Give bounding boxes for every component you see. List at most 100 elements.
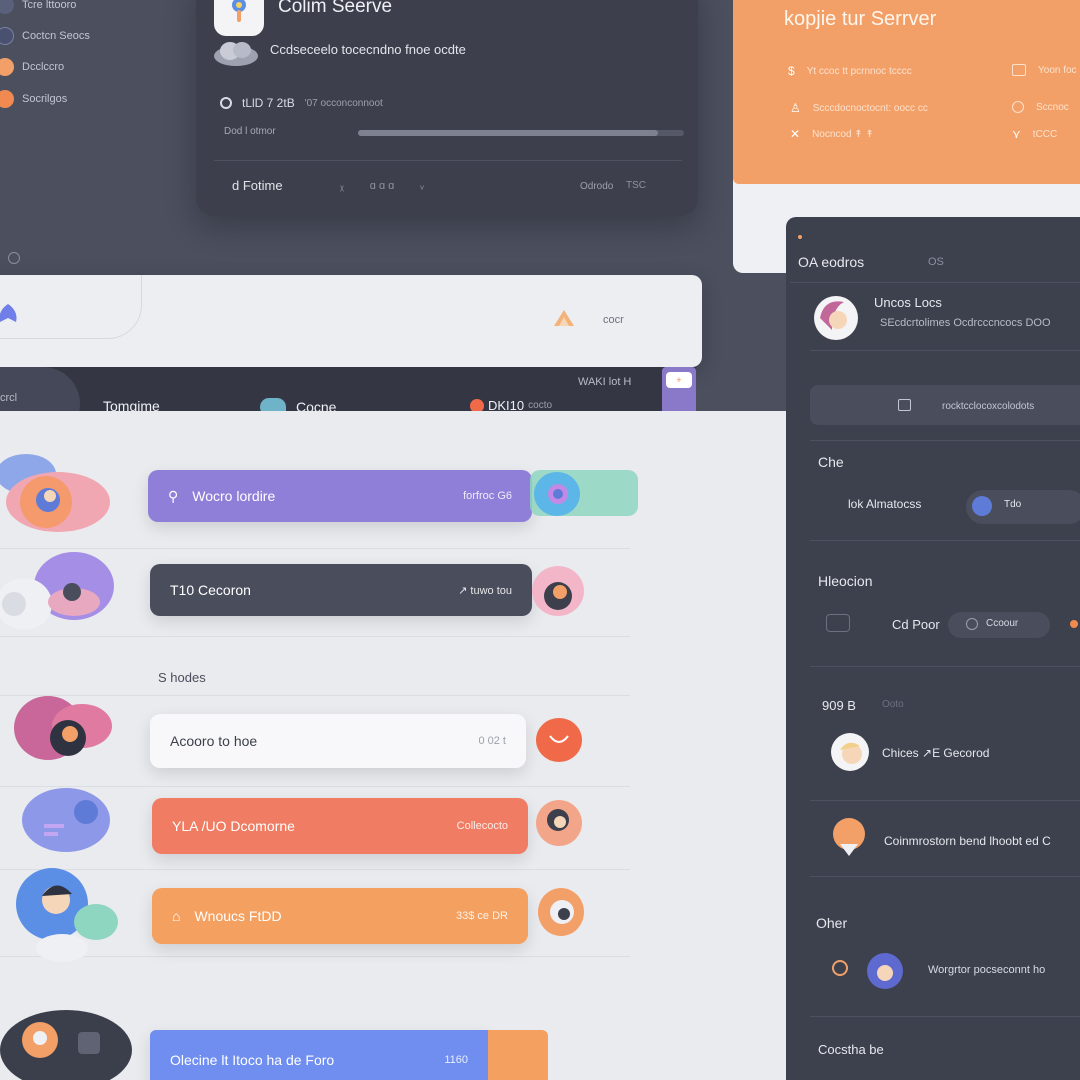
search-input-text: rocktcclocoxcolodots (942, 401, 1035, 412)
status-dot-icon (798, 235, 802, 239)
right-panel-header-meta: OS (928, 256, 944, 268)
divider (214, 160, 682, 161)
radio-icon[interactable] (832, 960, 848, 976)
divider (810, 350, 1080, 351)
avatar-illustration (0, 548, 120, 643)
server-footer-right-2: TSC (626, 180, 646, 191)
pill-extension[interactable] (488, 1030, 548, 1080)
pill-meta: 33$ ce DR (456, 910, 508, 922)
tab-meta: cocto (528, 400, 553, 411)
pill-label: T10 Cecoron (170, 582, 251, 598)
orange-row-right-3[interactable]: ⋎ tCCC (1012, 127, 1057, 141)
server-stats: tLlD 7 2tB '07 occonconnoot (220, 96, 383, 110)
orange-row-right-1[interactable]: Yoon foc (1012, 64, 1077, 76)
right-panel (786, 217, 1080, 1080)
chevron-icon: ⋎ (1012, 127, 1021, 141)
server-subtitle: Ccdseceelo tocecndno fnoe ocdte (270, 42, 466, 57)
clock-icon (220, 97, 232, 109)
list-item-pill[interactable]: ⚲ Wocro lordire forfroc G6 (148, 470, 532, 522)
avatar[interactable] (830, 732, 870, 772)
sidebar-item-2[interactable]: Coctcn Seocs (0, 23, 90, 49)
avatar-illustration (0, 1000, 134, 1080)
avatar-badge[interactable] (536, 800, 582, 846)
list-item-pill[interactable]: T10 Cecoron ↗ tuwo tou (150, 564, 532, 616)
avatar-illustration (8, 694, 114, 767)
search-bar-right-text: cocr (603, 314, 624, 326)
section-item[interactable]: Worgrtor pocseconnt ho (928, 964, 1045, 976)
server-stat-main: tLlD 7 2tB (242, 96, 295, 110)
server-title: Colim Seerve (278, 0, 393, 17)
divider (810, 440, 1080, 441)
server-footer-label[interactable]: d Fotime (232, 178, 283, 193)
progress-label: Dod l otmor (224, 126, 276, 137)
orange-row-right-text: tCCC (1032, 128, 1058, 140)
list-item-pill[interactable]: ⌂ Wnoucs FtDD 33$ ce DR (152, 888, 528, 944)
sidebar-dot-icon (0, 27, 14, 45)
chat-badge-icon[interactable] (536, 718, 582, 762)
cloud-icon (212, 38, 260, 68)
avatar-small (972, 496, 992, 516)
avatar[interactable] (830, 814, 868, 858)
pill-label: YLA /UO Dcomorne (172, 818, 295, 834)
footer-icon-1[interactable]: ᵪ (340, 180, 344, 192)
tag-icon: ⌂ (172, 908, 181, 924)
divider (810, 876, 1080, 877)
avatar-badge[interactable] (534, 472, 580, 516)
avatar-illustration (22, 786, 114, 859)
divider (810, 800, 1080, 801)
server-app-icon[interactable] (214, 0, 264, 36)
chip-label: Tdo (1004, 499, 1022, 510)
pill-meta: 0 02 t (478, 735, 506, 747)
pill-meta: forfroc G6 (463, 490, 512, 502)
pill-label: Wocro lordire (192, 488, 276, 504)
orange-row-right-text: Yoon foc (1038, 64, 1077, 76)
sidebar-item-label: Tcre lttooro (22, 0, 77, 11)
section-item[interactable]: Cd Poor (892, 617, 940, 632)
orange-row-2[interactable]: ♙ Scccdocnoctocnt: oocc cc (790, 101, 928, 115)
person-icon: ♙ (790, 101, 801, 115)
server-footer-icons: ᵪ ɑ ɑ ɑ ᵥ (340, 180, 424, 192)
sidebar-dot-icon (0, 0, 14, 14)
right-panel-header: OA eodros (798, 254, 865, 270)
avatar-illustration (14, 866, 120, 971)
section-item[interactable]: Coinmrostorn bend lhoobt ed C (884, 834, 1051, 848)
section-heading: S hodes (158, 670, 206, 685)
section-item[interactable]: Chices ↗E Gecorod (882, 746, 989, 760)
pill-label: Olecine lt Itoco ha de Foro (170, 1052, 335, 1068)
section-title-meta: Ooto (882, 699, 904, 710)
folder-icon (1012, 64, 1026, 76)
orange-row-3[interactable]: ✕ Nocncod ↟ ↟ (790, 127, 874, 141)
avatar-badge[interactable] (532, 566, 584, 616)
footer-icon-2[interactable]: ɑ ɑ ɑ (370, 180, 394, 192)
section-item[interactable]: lok Almatocss (848, 497, 921, 511)
avatar[interactable] (810, 294, 860, 342)
sidebar-item-3[interactable]: Dcclccro (0, 54, 64, 80)
server-stat-sub: '07 occonconnoot (304, 97, 383, 109)
nav-accent-chip[interactable]: + (666, 372, 692, 388)
message-icon (826, 614, 850, 632)
section-title: Cocstha be (818, 1042, 884, 1057)
sidebar-item-label: Dcclccro (22, 61, 65, 73)
footer-icon-3[interactable]: ᵥ (420, 180, 424, 192)
avatar[interactable] (866, 952, 904, 990)
avatar-badge[interactable] (538, 888, 584, 936)
search-icon (966, 618, 978, 630)
section-title: Che (818, 454, 844, 470)
bell-icon[interactable] (550, 306, 578, 330)
section-title: Oher (816, 915, 848, 931)
list-item-pill[interactable]: Olecine lt Itoco ha de Foro 1160 (150, 1030, 488, 1080)
orange-row-1[interactable]: $ Yt ccoc tt pcrnnoc tcccc (788, 64, 912, 78)
sidebar-item-1[interactable]: Tcre lttooro (0, 0, 76, 18)
list-item-pill[interactable]: YLA /UO Dcomorne Collecocto (152, 798, 528, 854)
list-item-pill[interactable]: Acooro to hoe 0 02 t (150, 714, 526, 768)
orange-row-text: Nocncod ↟ ↟ (812, 128, 874, 140)
key-icon: ⚲ (168, 487, 179, 504)
status-dot-icon (1070, 620, 1078, 628)
section-title: 909 B (822, 698, 856, 713)
sidebar-dot-icon (0, 90, 14, 108)
app-logo-icon[interactable] (0, 302, 20, 328)
orange-row-right-2[interactable]: Sccnoc (1012, 101, 1069, 113)
sidebar-item-4[interactable]: Socrilgos (0, 86, 67, 112)
circle-icon (1012, 101, 1024, 113)
search-bar-notch (0, 275, 142, 339)
